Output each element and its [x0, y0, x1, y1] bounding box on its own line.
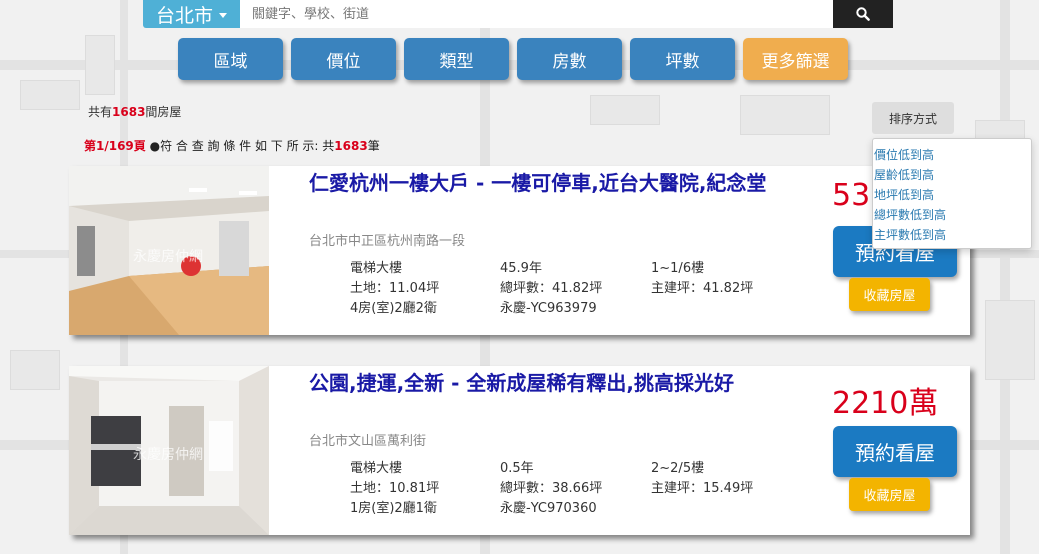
listing-address: 台北市中正區杭州南路一段: [309, 234, 466, 249]
listing-title[interactable]: 公園,捷運,全新 - 全新成屋稀有釋出,挑高採光好: [309, 370, 809, 396]
city-select-button[interactable]: 台北市: [143, 0, 240, 28]
condition-text: ●符 合 查 詢 條 件 如 下 所 示: 共: [145, 139, 335, 153]
layout: 1房(室)2廳1衛: [350, 501, 437, 516]
filter-rooms-button[interactable]: 房數: [517, 38, 622, 80]
sort-option-land[interactable]: 地坪低到高: [874, 185, 1030, 205]
photo-watermark: 永慶房仲網: [133, 249, 203, 265]
condition-suffix: 筆: [367, 139, 380, 153]
land-size: 土地：11.04坪: [350, 281, 440, 296]
listing-specs: 電梯大樓 45.9年 1~1/6樓 土地：11.04坪 總坪數：41.82坪 主…: [350, 260, 801, 318]
floor: 2~2/5樓: [651, 461, 705, 476]
land-size: 土地：10.81坪: [350, 481, 440, 496]
sort-option-total-size[interactable]: 總坪數低到高: [874, 205, 1030, 225]
filter-size-button[interactable]: 坪數: [630, 38, 735, 80]
listing-card[interactable]: 永慶房仲網 公園,捷運,全新 - 全新成屋稀有釋出,挑高採光好 台北市文山區萬利…: [69, 366, 970, 535]
total-size: 總坪數：41.82坪: [500, 281, 603, 296]
main-size: 主建坪：41.82坪: [651, 281, 754, 296]
favorite-button[interactable]: 收藏房屋: [849, 478, 930, 511]
listing-photo[interactable]: 永慶房仲網: [69, 166, 269, 335]
floor: 1~1/6樓: [651, 261, 705, 276]
search-button[interactable]: [833, 0, 893, 28]
sort-dropdown: 價位低到高 屋齡低到高 地坪低到高 總坪數低到高 主坪數低到高: [872, 138, 1032, 249]
sort-option-age[interactable]: 屋齡低到高: [874, 165, 1030, 185]
book-viewing-button[interactable]: 預約看屋: [833, 426, 957, 477]
layout: 4房(室)2廳2衛: [350, 301, 437, 316]
result-summary: 第1/169頁 ●符 合 查 詢 條 件 如 下 所 示: 共1683筆: [84, 137, 380, 154]
sort-button[interactable]: 排序方式: [872, 102, 954, 134]
filter-bar: 區域 價位 類型 房數 坪數 更多篩選: [178, 38, 848, 80]
photo-watermark: 永慶房仲網: [133, 447, 203, 463]
building-type: 電梯大樓: [350, 261, 403, 276]
total-prefix: 共有: [88, 105, 113, 119]
condition-count: 1683: [334, 139, 368, 153]
filter-price-button[interactable]: 價位: [291, 38, 396, 80]
total-count: 1683: [112, 105, 146, 119]
building-age: 0.5年: [500, 461, 534, 476]
listing-code: 永慶-YC970360: [500, 501, 597, 516]
sort-option-price[interactable]: 價位低到高: [874, 145, 1030, 165]
sort-option-main-size[interactable]: 主坪數低到高: [874, 225, 1030, 245]
listing-specs: 電梯大樓 0.5年 2~2/5樓 土地：10.81坪 總坪數：38.66坪 主建…: [350, 460, 801, 518]
total-count-text: 共有1683間房屋: [88, 103, 181, 120]
page-indicator: 第1/169頁: [84, 139, 146, 153]
spec-empty: [651, 500, 801, 518]
listing-title[interactable]: 仁愛杭州一樓大戶 - 一樓可停車,近台大醫院,紀念堂: [309, 170, 809, 196]
listing-photo[interactable]: 永慶房仲網: [69, 366, 269, 535]
filter-type-button[interactable]: 類型: [404, 38, 509, 80]
search-icon: [856, 7, 870, 21]
listing-card[interactable]: 永慶房仲網 仁愛杭州一樓大戶 - 一樓可停車,近台大醫院,紀念堂 台北市中正區杭…: [69, 166, 970, 335]
search-input[interactable]: [240, 0, 833, 28]
building-type: 電梯大樓: [350, 461, 403, 476]
listing-price: 2210萬: [832, 386, 939, 421]
total-size: 總坪數：38.66坪: [500, 481, 603, 496]
more-filters-button[interactable]: 更多篩選: [743, 38, 848, 80]
main-size: 主建坪：15.49坪: [651, 481, 754, 496]
caret-down-icon: [219, 13, 227, 18]
filter-area-button[interactable]: 區域: [178, 38, 283, 80]
spec-empty: [651, 300, 801, 318]
search-bar: 台北市: [143, 0, 893, 28]
listing-code: 永慶-YC963979: [500, 301, 597, 316]
city-label: 台北市: [155, 4, 213, 27]
building-age: 45.9年: [500, 261, 542, 276]
total-suffix: 間房屋: [145, 105, 182, 119]
listing-address: 台北市文山區萬利街: [309, 434, 427, 449]
favorite-button[interactable]: 收藏房屋: [849, 278, 930, 311]
